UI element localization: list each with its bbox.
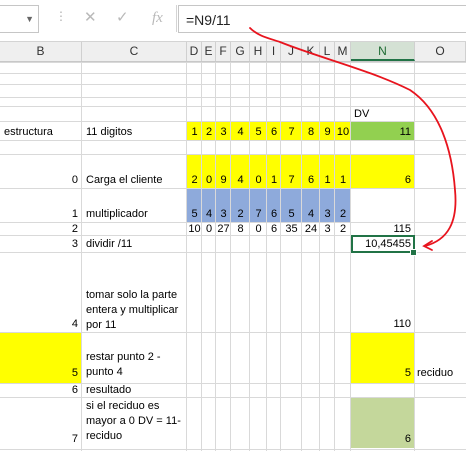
column-header-b[interactable]: B bbox=[0, 42, 82, 61]
step-1-number: 1 bbox=[71, 208, 78, 220]
client-digit: 1 bbox=[270, 174, 278, 186]
multiplier-label: multiplicador bbox=[86, 208, 148, 220]
column-header-e[interactable]: E bbox=[202, 42, 216, 61]
formula-bar: ▼ ⋮ ✕ ✓ fx =N9/11 bbox=[0, 0, 466, 42]
step-7-number: 7 bbox=[71, 433, 78, 445]
column-header-m[interactable]: M bbox=[335, 42, 351, 61]
division-result: 10,45455 bbox=[365, 238, 411, 250]
multiplier-digit: 7 bbox=[255, 208, 262, 220]
column-header-h[interactable]: H bbox=[250, 42, 267, 61]
chevron-down-icon[interactable]: ▼ bbox=[25, 14, 34, 24]
client-digit: 1 bbox=[324, 174, 331, 186]
column-header-f[interactable]: F bbox=[216, 42, 231, 61]
structure-digit: 2 bbox=[205, 126, 213, 138]
client-digit: 7 bbox=[288, 174, 295, 186]
column-header-o[interactable]: O bbox=[415, 42, 466, 61]
multiplier-digit: 4 bbox=[307, 208, 315, 220]
column-header-g[interactable]: G bbox=[231, 42, 250, 61]
product-value: 2 bbox=[339, 223, 347, 235]
dv-label: DV bbox=[354, 108, 370, 120]
column-header-i[interactable]: I bbox=[267, 42, 281, 61]
multiplier-digit: 5 bbox=[288, 208, 295, 220]
worksheet-grid[interactable]: DV estructura 11 digitos 1 2 3 4 5 6 7 8… bbox=[0, 62, 466, 451]
column-header-k[interactable]: K bbox=[302, 42, 320, 61]
column-header-n[interactable]: N bbox=[351, 42, 415, 61]
multiplier-digit: 3 bbox=[324, 208, 331, 220]
structure-digit: 6 bbox=[270, 126, 278, 138]
product-value: 0 bbox=[205, 223, 213, 235]
multiplier-digit: 4 bbox=[205, 208, 213, 220]
structure-description: 11 digitos bbox=[86, 126, 133, 138]
structure-digit: 3 bbox=[220, 126, 227, 138]
step-5-number: 5 bbox=[71, 367, 78, 379]
step-6-number: 6 bbox=[71, 384, 78, 396]
divide-label: dividir /11 bbox=[86, 238, 133, 250]
formula-bar-divider bbox=[176, 5, 177, 32]
structure-label: estructura bbox=[4, 126, 53, 138]
structure-digit: 5 bbox=[255, 126, 262, 138]
integer-times-11-value: 110 bbox=[393, 318, 411, 330]
column-header-d[interactable]: D bbox=[187, 42, 202, 61]
structure-digit: 1 bbox=[191, 126, 198, 138]
structure-digit: 4 bbox=[237, 126, 244, 138]
client-digit: 0 bbox=[205, 174, 213, 186]
client-digit: 6 bbox=[307, 174, 315, 186]
client-digit: 2 bbox=[191, 174, 198, 186]
column-header-c[interactable]: C bbox=[82, 42, 187, 61]
integer-part-label: tomar solo la parte entera y multiplicar… bbox=[86, 289, 179, 331]
cancel-icon[interactable]: ✕ bbox=[84, 8, 97, 28]
multiplier-digit: 2 bbox=[339, 208, 347, 220]
client-label: Carga el cliente bbox=[86, 174, 163, 186]
formula-text: =N9/11 bbox=[186, 12, 231, 28]
client-digit: 1 bbox=[339, 174, 347, 186]
insert-function-icon[interactable]: fx bbox=[152, 8, 163, 28]
remainder-label: reciduo bbox=[417, 367, 454, 379]
step-0-number: 0 bbox=[71, 174, 78, 186]
step-4-number: 4 bbox=[71, 318, 78, 330]
multiplier-digit: 2 bbox=[237, 208, 244, 220]
result-label: resultado bbox=[86, 384, 132, 396]
structure-digit: 7 bbox=[288, 126, 295, 138]
product-value: 3 bbox=[324, 223, 331, 235]
multiplier-digit: 3 bbox=[220, 208, 227, 220]
enter-icon[interactable]: ✓ bbox=[116, 8, 129, 28]
column-header-j[interactable]: J bbox=[281, 42, 302, 61]
name-box[interactable]: ▼ bbox=[0, 5, 39, 33]
final-dv-value: 6 bbox=[404, 433, 411, 445]
product-value: 8 bbox=[237, 223, 244, 235]
client-digit: 9 bbox=[220, 174, 227, 186]
remainder-value: 5 bbox=[404, 367, 411, 379]
structure-digit: 10 bbox=[336, 126, 350, 138]
step-2-number: 2 bbox=[71, 223, 78, 235]
final-rule-label: si el reciduo es mayor a 0 DV = 11- reci… bbox=[86, 400, 181, 442]
multiplier-digit: 5 bbox=[191, 208, 198, 220]
client-dv-value: 6 bbox=[404, 174, 411, 186]
subtract-label: restar punto 2 - punto 4 bbox=[86, 351, 161, 378]
product-value: 27 bbox=[217, 223, 230, 235]
product-value: 0 bbox=[255, 223, 262, 235]
multiplier-digit: 6 bbox=[270, 208, 278, 220]
product-value: 10 bbox=[188, 223, 201, 235]
product-value: 24 bbox=[304, 223, 318, 235]
column-header-l[interactable]: L bbox=[320, 42, 335, 61]
structure-digit: 9 bbox=[324, 126, 331, 138]
product-value: 6 bbox=[270, 223, 278, 235]
fill-handle[interactable] bbox=[410, 249, 417, 256]
product-value: 35 bbox=[285, 223, 298, 235]
step-3-number: 3 bbox=[71, 238, 78, 250]
formula-input[interactable]: =N9/11 bbox=[178, 5, 466, 33]
structure-digit: 8 bbox=[307, 126, 315, 138]
column-header-row: B C D E F G H I J K L M N O bbox=[0, 42, 466, 62]
client-digit: 4 bbox=[237, 174, 244, 186]
grip-dots-icon: ⋮ bbox=[55, 9, 67, 23]
structure-dv-value: 11 bbox=[399, 126, 411, 138]
client-digit: 0 bbox=[255, 174, 262, 186]
